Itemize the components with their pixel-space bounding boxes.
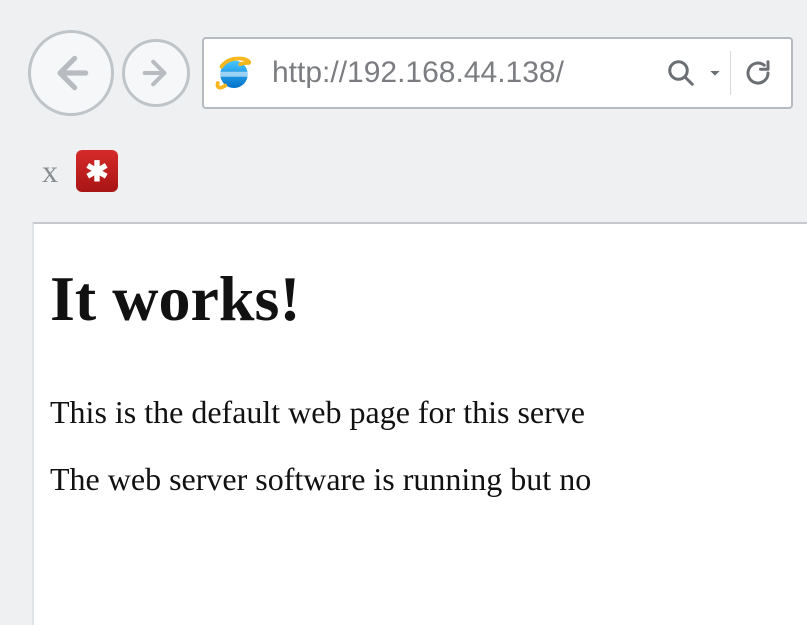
tab-close-button[interactable]: x (42, 155, 58, 187)
browser-toolbar (0, 0, 807, 138)
back-button[interactable] (28, 30, 114, 116)
address-input[interactable] (272, 56, 658, 90)
refresh-icon (743, 58, 773, 88)
forward-button[interactable] (122, 39, 190, 107)
page-paragraph-2: The web server software is running but n… (50, 461, 807, 498)
search-button[interactable] (658, 50, 704, 96)
search-dropdown-button[interactable] (704, 50, 726, 96)
chevron-down-icon (707, 65, 723, 81)
address-bar-separator (730, 51, 731, 95)
tab-bar: x ✱ (0, 138, 807, 222)
search-icon (666, 58, 696, 88)
internet-explorer-icon (214, 53, 254, 93)
lastpass-extension-icon[interactable]: ✱ (76, 150, 118, 192)
address-bar-container (202, 37, 793, 109)
forward-arrow-icon (139, 56, 173, 90)
page-content: It works! This is the default web page f… (32, 222, 807, 625)
page-paragraph-1: This is the default web page for this se… (50, 394, 807, 431)
page-heading: It works! (50, 262, 807, 336)
asterisk-icon: ✱ (85, 155, 108, 188)
refresh-button[interactable] (735, 50, 781, 96)
back-arrow-icon (49, 51, 93, 95)
